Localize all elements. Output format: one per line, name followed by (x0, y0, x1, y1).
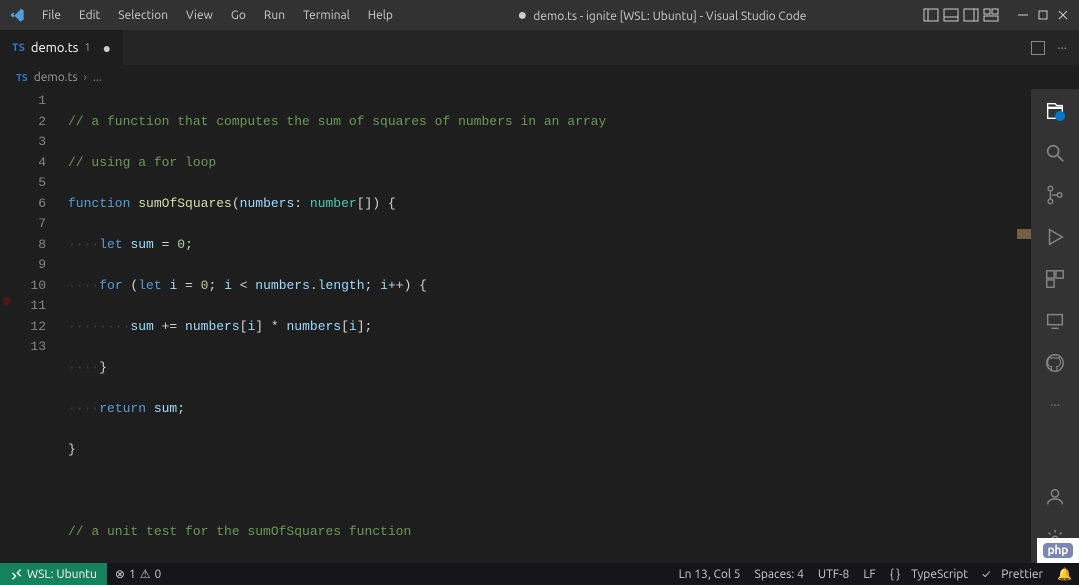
search-icon[interactable] (1043, 141, 1067, 165)
glyph-margin (0, 89, 14, 563)
breadcrumb-typescript-icon: TS (16, 72, 28, 83)
overview-ruler-marker (1017, 229, 1031, 239)
warning-count: 0 (154, 568, 161, 581)
code-editor[interactable]: // a function that computes the sum of s… (56, 89, 1017, 563)
tab-filename: demo.ts (31, 41, 79, 55)
remote-indicator[interactable]: WSL: Ubuntu (0, 563, 107, 585)
remote-icon (10, 568, 23, 581)
watermark-overlay: php (1037, 538, 1079, 563)
check-icon: ✓ (982, 568, 990, 581)
line-number: 3 (14, 132, 46, 153)
line-number: 9 (14, 255, 46, 276)
run-debug-icon[interactable] (1043, 225, 1067, 249)
menu-view[interactable]: View (178, 5, 221, 26)
minimap[interactable] (1017, 89, 1031, 563)
minimize-button[interactable] (1015, 7, 1031, 23)
menu-selection[interactable]: Selection (110, 5, 176, 26)
error-count-icon: ⊗ (115, 567, 125, 581)
line-number: 10 (14, 276, 46, 297)
tab-unsaved-dot-icon: ● (103, 40, 111, 56)
line-number: 2 (14, 112, 46, 133)
warning-count-icon: ⚠ (140, 567, 151, 581)
line-number: 5 (14, 173, 46, 194)
breakpoint-hint-icon[interactable] (3, 297, 11, 305)
eol-status[interactable]: LF (856, 567, 882, 581)
braces-icon: { } (890, 568, 901, 581)
layout-panel-bottom-icon[interactable] (943, 7, 959, 23)
explorer-icon[interactable] (1043, 99, 1067, 123)
language-mode[interactable]: { } TypeScript (883, 567, 975, 581)
menu-run[interactable]: Run (256, 5, 293, 26)
line-number: 8 (14, 235, 46, 256)
prettier-status[interactable]: ✓ Prettier (975, 567, 1050, 581)
menu-edit[interactable]: Edit (71, 5, 108, 26)
github-icon[interactable] (1043, 351, 1067, 375)
notifications-bell-icon[interactable]: 🔔 (1050, 567, 1079, 581)
line-number: 4 (14, 153, 46, 174)
remote-label: WSL: Ubuntu (27, 568, 97, 581)
menu-help[interactable]: Help (360, 5, 401, 26)
line-number: 7 (14, 214, 46, 235)
line-number: 11 (14, 296, 46, 317)
source-control-icon[interactable] (1043, 183, 1067, 207)
breadcrumb[interactable]: TS demo.ts › ... (0, 65, 1079, 89)
tab-demo-ts[interactable]: TS demo.ts 1 ● (0, 30, 124, 65)
typescript-icon: TS (12, 42, 25, 54)
editor-main: 1 2 3 4 5 6 7 8 9 10 11 12 13 // a funct… (0, 89, 1079, 563)
window-controls (923, 7, 1079, 23)
tab-bar: TS demo.ts 1 ● ··· (0, 30, 1079, 65)
problems-status[interactable]: ⊗ 1 ⚠ 0 (107, 567, 169, 581)
extensions-icon[interactable] (1043, 267, 1067, 291)
tab-problem-count: 1 (84, 42, 90, 54)
layout-sidebar-right-icon[interactable] (963, 7, 979, 23)
vscode-logo-icon (0, 7, 34, 23)
window-title-text: demo.ts - ignite [WSL: Ubuntu] - Visual … (533, 10, 806, 23)
line-number: 6 (14, 194, 46, 215)
customize-layout-icon[interactable] (983, 7, 999, 23)
encoding-status[interactable]: UTF-8 (811, 567, 856, 581)
status-bar: WSL: Ubuntu ⊗ 1 ⚠ 0 Ln 13, Col 5 Spaces:… (0, 563, 1079, 585)
line-number: 1 (14, 91, 46, 112)
menu-terminal[interactable]: Terminal (295, 5, 358, 26)
window-title: ●demo.ts - ignite [WSL: Ubuntu] - Visual… (401, 6, 923, 25)
chevron-right-icon: › (84, 71, 87, 84)
unsaved-indicator-icon: ● (518, 6, 534, 24)
line-number: 12 (14, 317, 46, 338)
menu-file[interactable]: File (34, 5, 69, 26)
menu-bar: File Edit Selection View Go Run Terminal… (34, 5, 401, 26)
split-editor-icon[interactable] (1031, 41, 1045, 55)
php-logo-icon: php (1043, 543, 1074, 558)
language-label: TypeScript (911, 568, 968, 581)
more-actions-icon[interactable]: ··· (1057, 41, 1067, 55)
close-button[interactable] (1055, 7, 1071, 23)
error-count: 1 (129, 568, 136, 581)
layout-sidebar-left-icon[interactable] (923, 7, 939, 23)
more-views-icon[interactable]: ··· (1043, 393, 1067, 417)
accounts-icon[interactable] (1043, 485, 1067, 509)
breadcrumb-file: demo.ts (34, 71, 78, 84)
remote-explorer-icon[interactable] (1043, 309, 1067, 333)
title-bar: File Edit Selection View Go Run Terminal… (0, 0, 1079, 30)
line-number-gutter: 1 2 3 4 5 6 7 8 9 10 11 12 13 (14, 89, 56, 563)
maximize-button[interactable] (1035, 7, 1051, 23)
line-number: 13 (14, 337, 46, 358)
breadcrumb-ellipsis: ... (93, 71, 102, 84)
badge-icon (1055, 111, 1065, 121)
menu-go[interactable]: Go (223, 5, 254, 26)
cursor-position[interactable]: Ln 13, Col 5 (672, 567, 748, 581)
indentation-status[interactable]: Spaces: 4 (748, 567, 811, 581)
activity-bar: ··· (1031, 89, 1079, 563)
